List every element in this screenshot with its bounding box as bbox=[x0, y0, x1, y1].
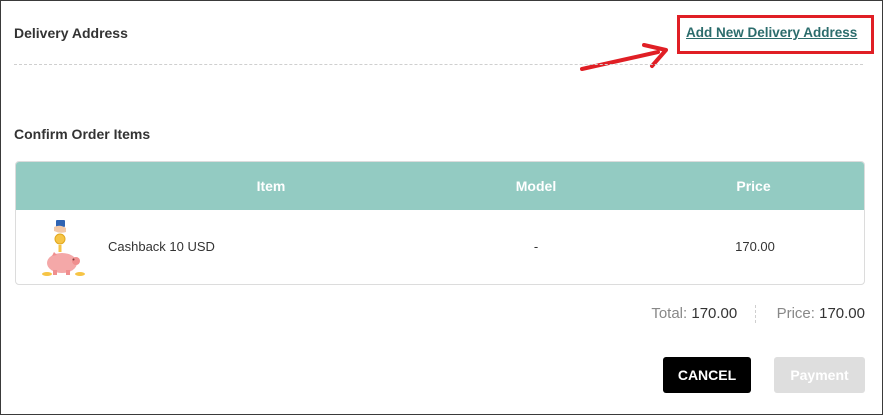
section-divider bbox=[14, 64, 863, 65]
price-label: Price: bbox=[776, 305, 815, 322]
order-summary: Total: 170.00 Price: 170.00 bbox=[651, 305, 865, 324]
total-label: Total: bbox=[651, 305, 688, 322]
column-header-model: Model bbox=[515, 178, 557, 194]
summary-divider bbox=[755, 305, 757, 324]
order-items-table: Item Model Price Cashback 10 USD - 170.0… bbox=[15, 161, 865, 285]
table-row: Cashback 10 USD - 170.00 bbox=[16, 210, 864, 284]
item-model: - bbox=[533, 239, 539, 254]
item-name: Cashback 10 USD bbox=[108, 239, 215, 254]
delivery-address-title: Delivery Address bbox=[14, 25, 128, 41]
confirm-order-items-title: Confirm Order Items bbox=[14, 126, 151, 142]
item-price: 170.00 bbox=[735, 239, 775, 254]
annotation-arrow-icon bbox=[580, 43, 668, 71]
total-value: 170.00 bbox=[691, 305, 738, 322]
payment-button[interactable]: Payment bbox=[774, 357, 865, 393]
table-header: Item Model Price bbox=[16, 162, 864, 210]
annotation-highlight-box bbox=[677, 15, 874, 54]
column-header-price: Price bbox=[736, 178, 771, 194]
column-header-item: Item bbox=[256, 178, 286, 194]
piggy-bank-icon bbox=[42, 220, 85, 276]
cancel-button[interactable]: CANCEL bbox=[663, 357, 751, 393]
price-value: 170.00 bbox=[819, 305, 865, 322]
